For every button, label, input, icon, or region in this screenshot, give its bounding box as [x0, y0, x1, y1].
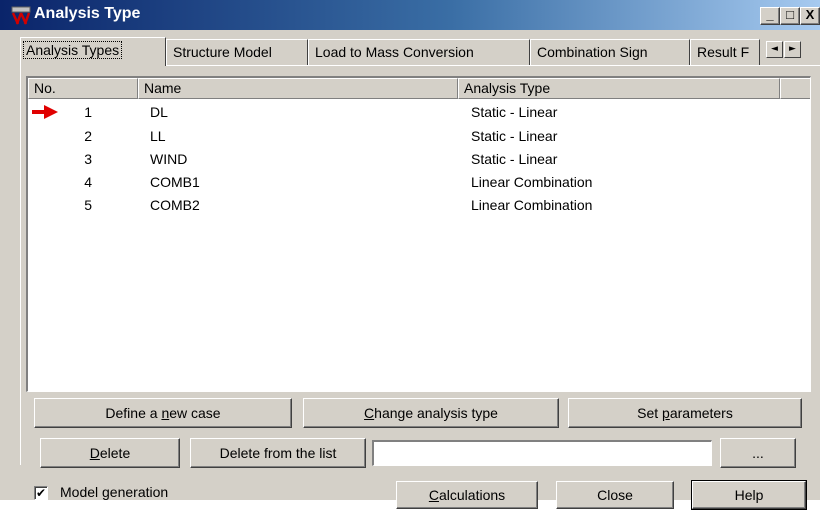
column-header-no[interactable]: No. — [28, 78, 138, 99]
minimize-button[interactable]: _ — [760, 7, 780, 25]
define-new-case-label-c: ew case — [169, 405, 221, 421]
case-name: COMB2 — [150, 197, 200, 213]
define-new-case-button[interactable]: Define a new case — [34, 398, 292, 428]
maximize-button[interactable]: □ — [780, 7, 800, 25]
model-generation-label: Model generation — [60, 484, 169, 500]
set-parameters-label-b: p — [662, 405, 670, 421]
delete-label-b: elete — [99, 445, 131, 461]
column-header-analysis-type[interactable]: Analysis Type — [458, 78, 780, 99]
delete-label-a: D — [89, 445, 100, 461]
list-item[interactable]: 2 LL Static - Linear — [28, 126, 810, 150]
tab-analysis-types[interactable]: Analysis Types — [20, 37, 166, 66]
column-header-filler — [780, 78, 810, 99]
case-analysis-type: Static - Linear — [471, 104, 558, 120]
case-number: 2 — [84, 128, 92, 144]
help-button[interactable]: Help — [691, 480, 807, 510]
list-item[interactable]: 1 DL Static - Linear — [28, 102, 810, 126]
window-title: Analysis Type — [34, 5, 141, 22]
case-number: 5 — [84, 197, 92, 213]
tab-structure-model[interactable]: Structure Model — [166, 39, 308, 65]
title-bar[interactable]: Analysis Type _ □ X — [0, 0, 820, 30]
calculations-button[interactable]: Calculations — [396, 481, 538, 509]
delete-button[interactable]: Delete — [40, 438, 180, 468]
tab-result[interactable]: Result F — [690, 39, 760, 65]
case-analysis-type: Linear Combination — [471, 197, 593, 213]
set-parameters-button[interactable]: Set parameters — [568, 398, 802, 428]
case-name: LL — [150, 128, 166, 144]
close-window-button[interactable]: X — [800, 7, 820, 25]
case-name: DL — [150, 104, 168, 120]
set-parameters-label-c: arameters — [669, 405, 733, 421]
define-new-case-label-a: Define a — [105, 405, 162, 421]
calculations-label-b: alculations — [438, 487, 506, 503]
tab-load-to-mass-conversion[interactable]: Load to Mass Conversion — [308, 39, 530, 65]
delete-from-list-button[interactable]: Delete from the list — [190, 438, 366, 468]
current-case-arrow-icon — [32, 105, 58, 119]
list-item[interactable]: 3 WIND Static - Linear — [28, 149, 810, 173]
analysis-type-window: Analysis Type _ □ X Analysis Types Struc… — [0, 0, 820, 510]
column-header-name[interactable]: Name — [138, 78, 458, 99]
case-analysis-type: Static - Linear — [471, 151, 558, 167]
browse-button[interactable]: ... — [720, 438, 796, 468]
calculations-label-a: C — [428, 487, 439, 503]
tab-combination-sign[interactable]: Combination Sign — [530, 39, 690, 65]
close-button[interactable]: Close — [556, 481, 674, 509]
list-item[interactable]: 4 COMB1 Linear Combination — [28, 172, 810, 196]
case-name: COMB1 — [150, 174, 200, 190]
case-name: WIND — [150, 151, 188, 167]
case-analysis-type: Linear Combination — [471, 174, 593, 190]
list-item[interactable]: 5 COMB2 Linear Combination — [28, 195, 810, 219]
change-analysis-type-button[interactable]: Change analysis type — [303, 398, 559, 428]
change-analysis-type-label-a: C — [364, 405, 375, 421]
app-icon — [11, 6, 31, 25]
case-number: 1 — [84, 104, 92, 120]
change-analysis-type-label-b: hange analysis type — [374, 405, 498, 421]
set-parameters-label-a: Set — [637, 405, 663, 421]
case-number: 3 — [84, 151, 92, 167]
case-number: 4 — [84, 174, 92, 190]
tab-scroll-left-icon[interactable]: ◄ — [766, 41, 783, 58]
model-generation-checkbox[interactable]: ✔ — [34, 486, 48, 500]
analysis-cases-list[interactable]: No. Name Analysis Type 1 DL Static - Lin… — [26, 76, 811, 392]
case-analysis-type: Static - Linear — [471, 128, 558, 144]
case-name-field[interactable] — [372, 440, 712, 466]
tab-scroll-right-icon[interactable]: ► — [784, 41, 801, 58]
tab-analysis-types-label: Analysis Types — [23, 41, 123, 59]
